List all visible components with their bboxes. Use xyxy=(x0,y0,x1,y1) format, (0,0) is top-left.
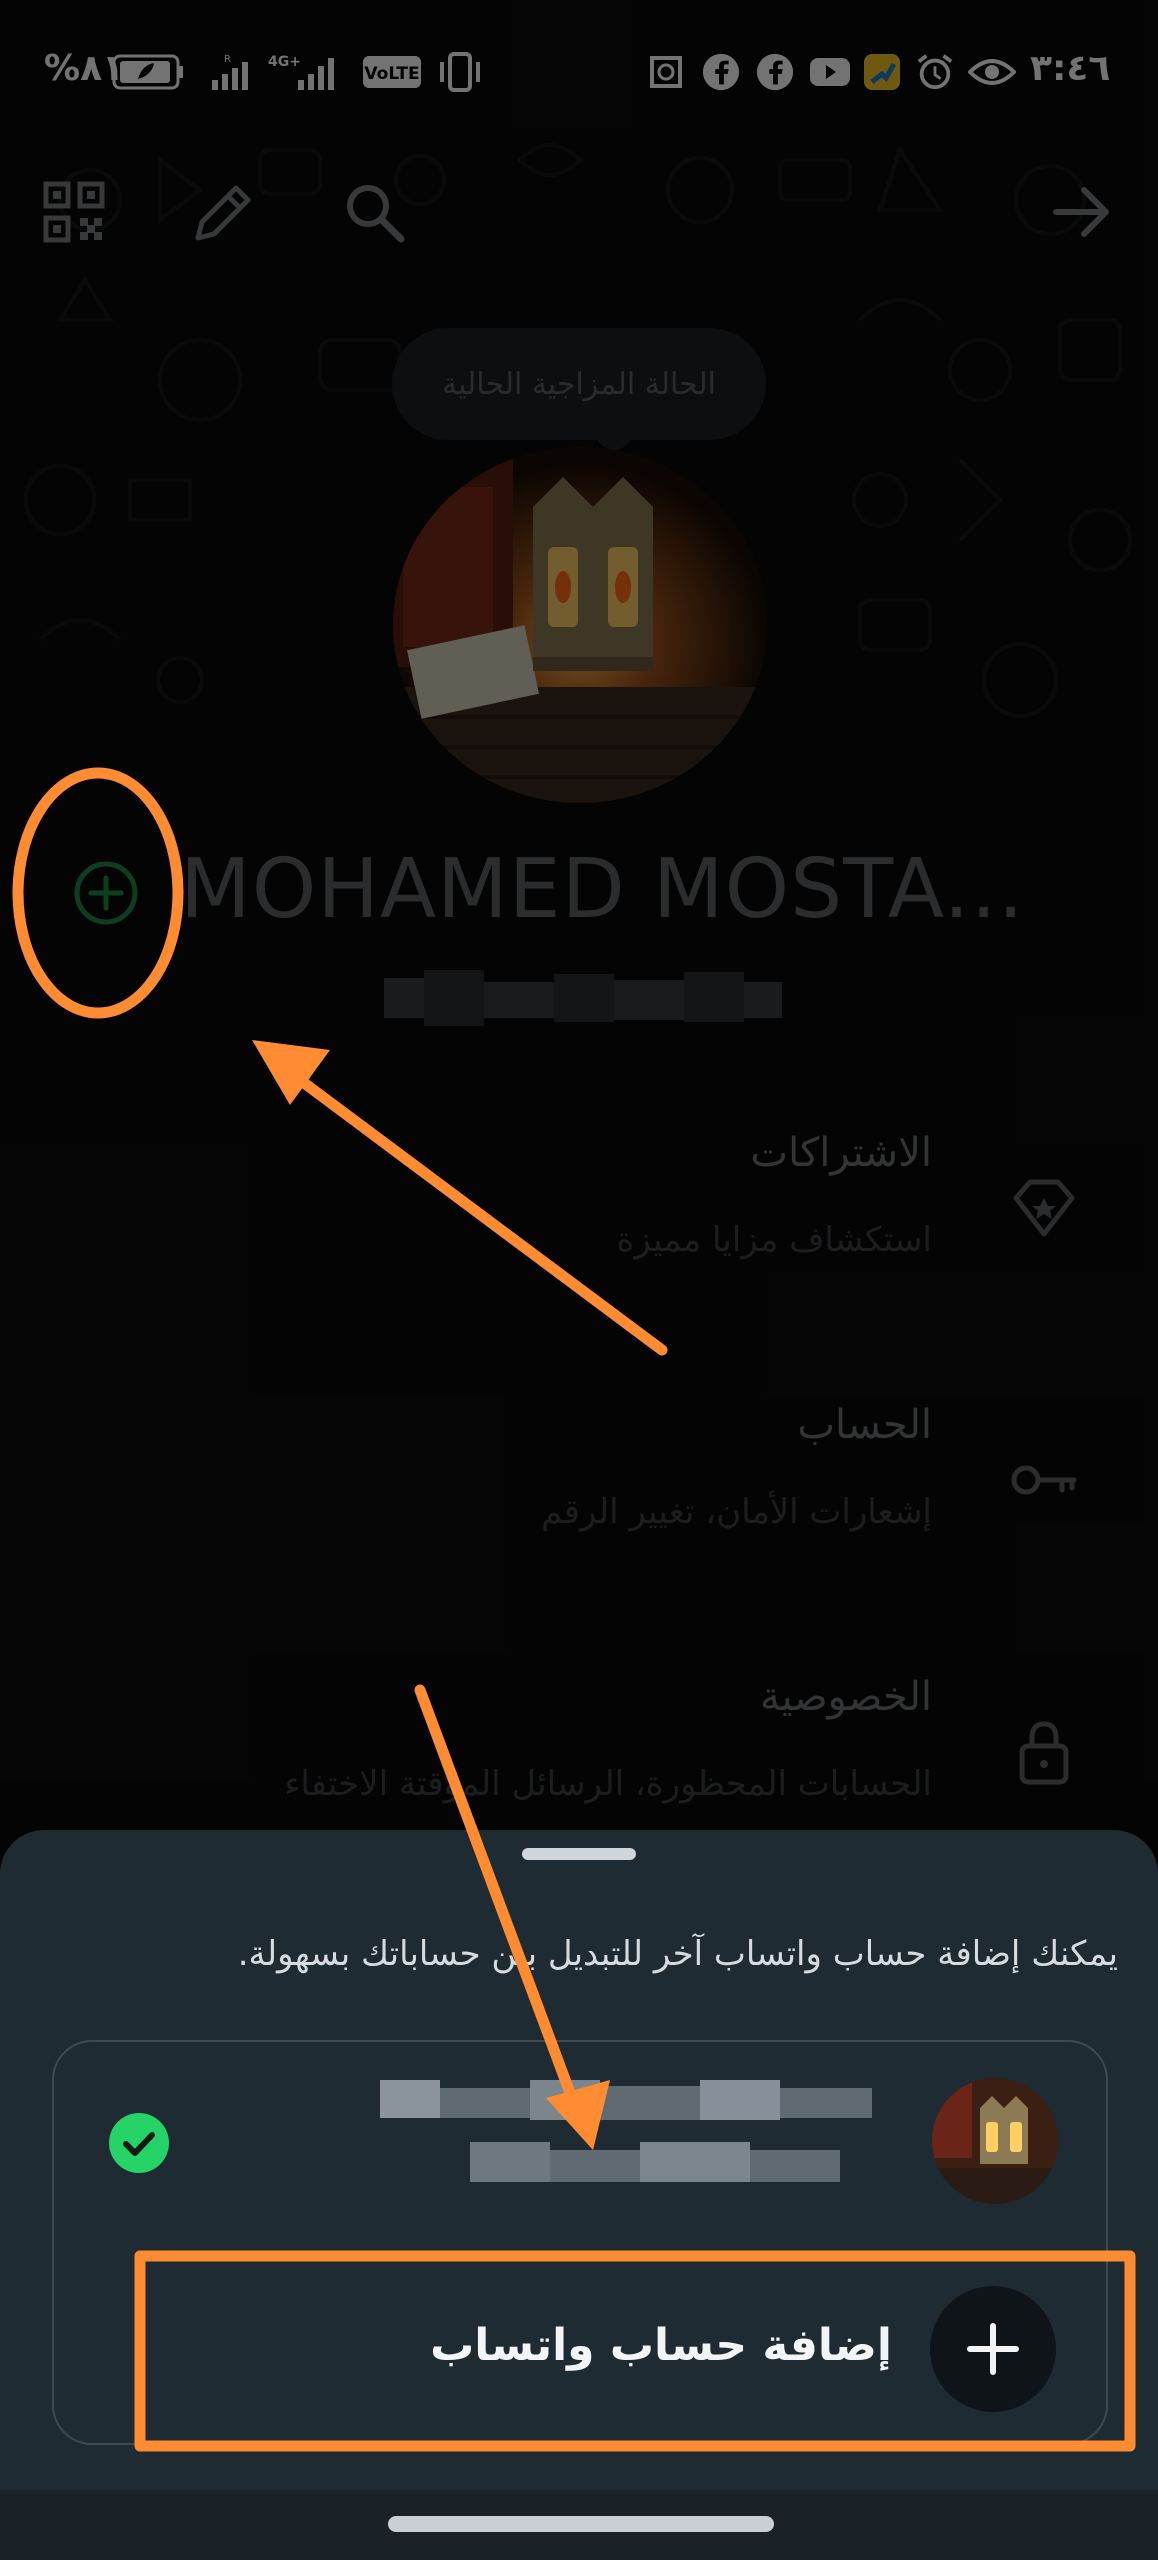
account-avatar xyxy=(932,2078,1058,2204)
account-details-redacted[interactable] xyxy=(380,2080,900,2200)
plus-icon xyxy=(967,2323,1019,2375)
settings-row-account[interactable]: الحساب إشعارات الأمان، تغيير الرقم xyxy=(0,1382,1158,1542)
youtube-icon xyxy=(810,58,850,86)
profile-avatar[interactable] xyxy=(393,447,767,803)
facebook-icon-2 xyxy=(756,53,794,91)
edit-icon[interactable] xyxy=(188,176,260,248)
settings-row-subtitle: إشعارات الأمان، تغيير الرقم xyxy=(541,1492,932,1532)
active-account-check-icon xyxy=(109,2113,169,2173)
add-account-icon[interactable] xyxy=(72,859,140,927)
add-account-label: إضافة حساب واتساب xyxy=(430,2320,892,2371)
qr-code-icon[interactable] xyxy=(38,176,110,248)
signal-icon: R xyxy=(212,54,248,90)
alarm-icon xyxy=(917,54,953,90)
mood-status-button[interactable]: الحالة المزاجية الحالية xyxy=(392,328,766,440)
facebook-icon xyxy=(702,53,740,91)
home-gesture-pill[interactable] xyxy=(388,2516,774,2532)
profile-name[interactable]: MOHAMED MOSTA... xyxy=(180,842,1025,937)
volte-label: VoLTE xyxy=(364,64,419,84)
diamond-icon xyxy=(1013,1179,1075,1237)
key-icon xyxy=(1011,1465,1077,1495)
forward-arrow-icon[interactable] xyxy=(1046,176,1118,248)
settings-row-subtitle: استكشاف مزايا مميزة xyxy=(616,1220,932,1260)
sheet-drag-handle[interactable] xyxy=(522,1848,636,1860)
sheet-description: يمكنك إضافة حساب واتساب آخر للتبديل بين … xyxy=(237,1934,1118,1974)
status-bar: %٨١ R 4G+ VoLTE ٣:٤٦ xyxy=(0,0,1158,150)
clock: ٣:٤٦ xyxy=(1030,48,1111,89)
eye-comfort-icon xyxy=(968,59,1016,85)
screenshot-icon xyxy=(650,56,682,88)
lantern-photo-small xyxy=(932,2078,1058,2204)
lantern-photo xyxy=(393,447,767,803)
battery-icon xyxy=(112,54,183,90)
settings-row-subscriptions[interactable]: الاشتراكات استكشاف مزايا مميزة xyxy=(0,1110,1158,1270)
settings-row-title: الاشتراكات xyxy=(750,1130,932,1176)
settings-row-privacy[interactable]: الخصوصية الحسابات المحظورة، الرسائل المؤ… xyxy=(0,1654,1158,1814)
volte-icon: VoLTE xyxy=(363,56,421,88)
search-icon[interactable] xyxy=(338,176,410,248)
mood-status-label: الحالة المزاجية الحالية xyxy=(442,366,716,402)
roaming-label: R xyxy=(224,54,231,65)
vibrate-icon xyxy=(440,52,480,92)
app-notification-icon xyxy=(864,54,900,90)
network-type-label: 4G+ xyxy=(268,54,301,70)
lock-icon xyxy=(1019,1721,1069,1785)
settings-row-title: الحساب xyxy=(797,1402,932,1448)
network-signal-icon: 4G+ xyxy=(268,54,334,90)
settings-row-title: الخصوصية xyxy=(760,1674,932,1720)
phone-number-redacted xyxy=(384,970,782,1026)
add-account-plus-button[interactable] xyxy=(930,2286,1056,2412)
settings-row-subtitle: الحسابات المحظورة، الرسائل المؤقتة الاخت… xyxy=(284,1764,932,1804)
